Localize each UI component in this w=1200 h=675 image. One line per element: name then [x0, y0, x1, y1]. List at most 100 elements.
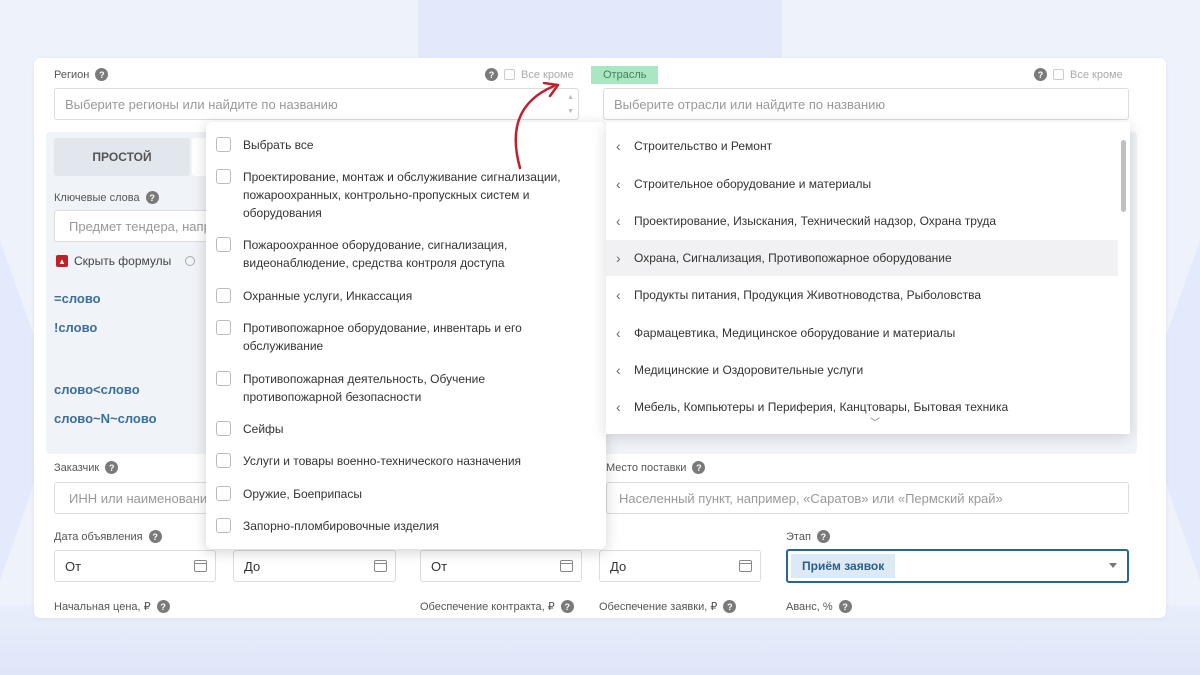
checkbox[interactable]: [216, 169, 231, 184]
annotation-arrow-icon: [514, 82, 560, 170]
scroll-arrows-icon[interactable]: ▲ ▼: [567, 91, 574, 119]
help-icon[interactable]: ?: [145, 191, 159, 204]
formula-exclude[interactable]: !слово: [54, 320, 97, 335]
help-icon[interactable]: ?: [105, 461, 119, 474]
help-icon[interactable]: ?: [1034, 68, 1047, 81]
industry-category-item[interactable]: ‹ Фармацевтика, Медицинское оборудование…: [606, 315, 1118, 351]
hide-formulas-toggle[interactable]: ▲ Скрыть формулы: [56, 254, 196, 268]
checkbox[interactable]: [216, 486, 231, 501]
help-icon[interactable]: ?: [485, 68, 498, 81]
subcategory-option[interactable]: Запорно-пломбировочные изделия: [216, 517, 439, 535]
industry-except-toggle[interactable]: ? Все кроме: [1034, 68, 1123, 81]
industry-category-label: Продукты питания, Продукция Животноводст…: [634, 288, 981, 302]
chevron-down-icon[interactable]: ﹀: [860, 414, 890, 429]
calendar-icon[interactable]: [374, 560, 387, 572]
subcategory-option[interactable]: Оружие, Боеприпасы: [216, 485, 362, 503]
option-text-line: Противопожарное оборудование, инвентарь …: [243, 321, 522, 335]
industry-except-label: Все кроме: [1070, 68, 1123, 81]
customer-input[interactable]: ИНН или наименование: [54, 482, 214, 514]
subcategory-option[interactable]: Услуги и товары военно-технического назн…: [216, 452, 521, 470]
simple-mode-button[interactable]: ПРОСТОЙ: [54, 138, 190, 176]
select-all-label: Выбрать все: [243, 138, 314, 152]
keywords-input[interactable]: Предмет тендера, например: [54, 210, 214, 242]
formula-distance[interactable]: слово~N~слово: [54, 411, 157, 426]
help-icon[interactable]: ?: [838, 600, 852, 613]
help-icon[interactable]: ?: [692, 461, 706, 474]
second-date-to[interactable]: До: [599, 550, 761, 582]
chevron-left-icon[interactable]: ‹: [616, 325, 634, 341]
chevron-left-icon[interactable]: ‹: [616, 138, 634, 154]
help-icon[interactable]: ?: [156, 600, 170, 613]
switch-knob-icon[interactable]: [185, 256, 196, 266]
calendar-icon[interactable]: [739, 560, 752, 572]
subcategory-option[interactable]: Противопожарная деятельность, Обучение п…: [216, 370, 485, 406]
industry-category-item[interactable]: ‹ Строительство и Ремонт: [606, 128, 1118, 164]
checkbox[interactable]: [216, 237, 231, 252]
checkbox[interactable]: [216, 288, 231, 303]
help-icon[interactable]: ?: [723, 600, 737, 613]
keywords-placeholder: Предмет тендера, например: [69, 218, 213, 234]
announce-date-from-text: От: [65, 558, 82, 574]
help-icon[interactable]: ?: [95, 68, 109, 81]
checkbox[interactable]: [216, 320, 231, 335]
formula-order[interactable]: слово<слово: [54, 382, 140, 397]
subcategory-option[interactable]: Пожароохранное оборудование, сигнализаци…: [216, 236, 507, 272]
keywords-label: Ключевые слова: [54, 191, 140, 204]
checkbox[interactable]: [216, 453, 231, 468]
customer-label-wrap: Заказчик ?: [54, 461, 119, 474]
chevron-left-icon[interactable]: ‹: [616, 362, 634, 378]
option-text-line: Запорно-пломбировочные изделия: [243, 519, 439, 533]
checkbox[interactable]: [216, 421, 231, 436]
region-label-wrap: Регион ?: [54, 68, 109, 81]
collapse-icon[interactable]: ▲: [56, 255, 68, 267]
second-date-to-text: До: [610, 558, 627, 574]
price-label-wrap: Начальная цена, ₽ ?: [54, 600, 170, 613]
subcategory-option[interactable]: Охранные услуги, Инкассация: [216, 287, 412, 305]
industry-category-item-active[interactable]: › Охрана, Сигнализация, Противопожарное …: [606, 240, 1118, 276]
second-date-from[interactable]: От: [420, 550, 582, 582]
subcategory-option[interactable]: Сейфы: [216, 420, 284, 438]
calendar-icon[interactable]: [194, 560, 207, 572]
calendar-icon[interactable]: [560, 560, 573, 572]
industry-category-item[interactable]: ‹ Проектирование, Изыскания, Технический…: [606, 203, 1118, 239]
chevron-left-icon[interactable]: ‹: [616, 176, 634, 192]
scrollbar-thumb[interactable]: [1121, 140, 1126, 212]
option-text-line: Противопожарная деятельность, Обучение: [243, 372, 486, 386]
select-all-option[interactable]: Выбрать все: [216, 136, 314, 154]
help-icon[interactable]: ?: [148, 530, 162, 543]
formula-exact[interactable]: =слово: [54, 291, 101, 306]
help-icon[interactable]: ?: [560, 600, 574, 613]
chevron-right-icon[interactable]: ›: [616, 250, 634, 266]
option-text-line: обслуживание: [243, 339, 324, 353]
advance-label: Аванс, %: [786, 600, 833, 613]
announce-date-from[interactable]: От: [54, 550, 216, 582]
checkbox[interactable]: [216, 137, 231, 152]
region-except-toggle[interactable]: ? Все кроме: [485, 68, 574, 81]
industry-category-item[interactable]: ‹ Продукты питания, Продукция Животновод…: [606, 277, 1118, 313]
industry-category-item[interactable]: ‹ Строительное оборудование и материалы: [606, 166, 1118, 202]
help-icon[interactable]: ?: [816, 530, 830, 543]
chevron-left-icon[interactable]: ‹: [616, 399, 634, 415]
chevron-left-icon[interactable]: ‹: [616, 213, 634, 229]
option-text-line: видеонаблюдение, средства контроля досту…: [243, 256, 505, 270]
bid-security-label: Обеспечение заявки, ₽: [599, 601, 718, 613]
industry-category-item[interactable]: ‹ Медицинские и Оздоровительные услуги: [606, 352, 1118, 388]
hide-formulas-label: Скрыть формулы: [74, 254, 172, 268]
chevron-down-icon[interactable]: [1109, 563, 1117, 568]
chevron-left-icon[interactable]: ‹: [616, 287, 634, 303]
customer-label: Заказчик: [54, 461, 100, 474]
checkbox[interactable]: [216, 518, 231, 533]
delivery-label: Место поставки: [606, 461, 687, 474]
region-except-checkbox[interactable]: [504, 69, 515, 80]
subcategory-option[interactable]: Противопожарное оборудование, инвентарь …: [216, 319, 522, 355]
stage-chip[interactable]: Приём заявок: [791, 554, 896, 578]
stage-select[interactable]: Приём заявок: [786, 549, 1129, 583]
announce-date-to[interactable]: До: [233, 550, 396, 582]
industry-except-checkbox[interactable]: [1053, 69, 1064, 80]
region-input[interactable]: Выберите регионы или найдите по названию…: [54, 88, 579, 120]
industry-input[interactable]: Выберите отрасли или найдите по названию: [603, 88, 1129, 120]
checkbox[interactable]: [216, 371, 231, 386]
delivery-input[interactable]: Населенный пункт, например, «Саратов» ил…: [606, 482, 1129, 514]
subcategory-option[interactable]: Проектирование, монтаж и обслуживание си…: [216, 168, 561, 222]
industry-category-label: Медицинские и Оздоровительные услуги: [634, 363, 864, 377]
